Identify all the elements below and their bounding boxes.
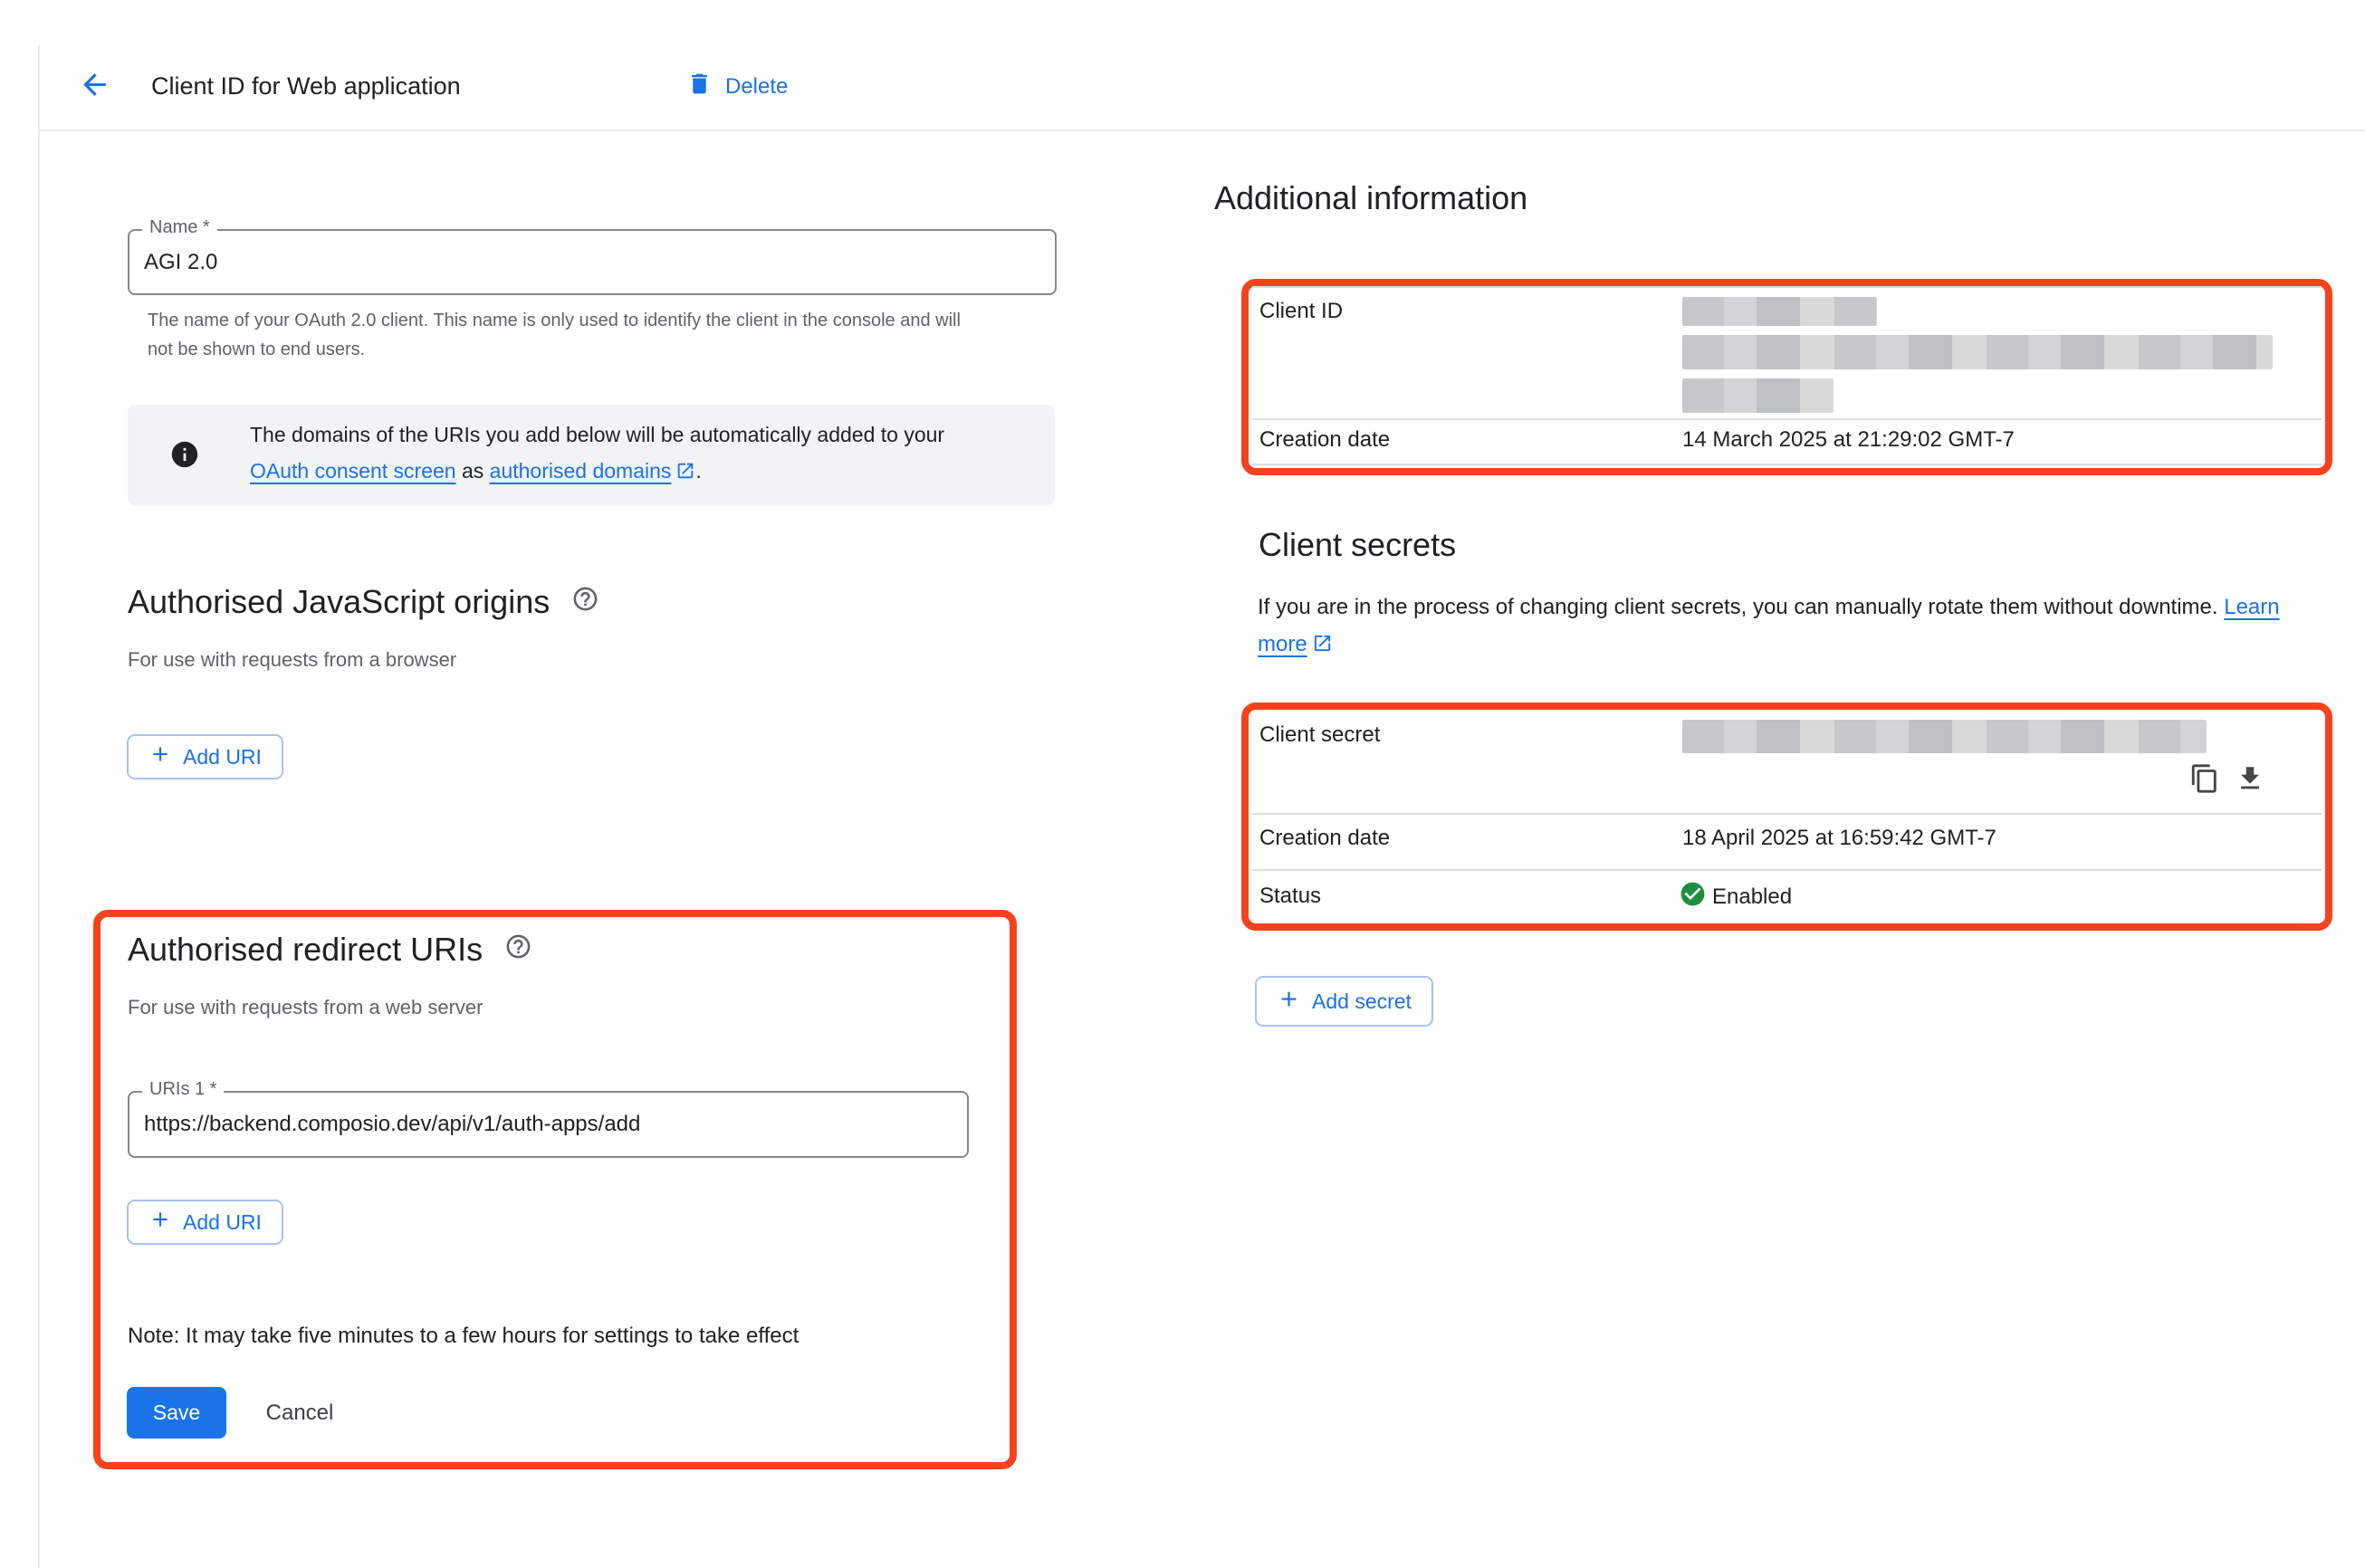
client-secrets-title: Client secrets [1259,526,1456,564]
secret-creation-date-label: Creation date [1259,826,1390,851]
row-divider [1252,464,2322,465]
settings-note: Note: It may take five minutes to a few … [128,1324,799,1349]
check-circle-icon [1679,880,1707,914]
row-divider [1252,418,2322,420]
name-field-label: Name * [142,217,217,238]
plus-icon [1277,987,1301,1017]
save-button[interactable]: Save [127,1387,226,1439]
row-divider [1252,813,2322,815]
plus-icon [148,742,172,771]
oauth-consent-screen-link[interactable]: OAuth consent screen [250,459,456,483]
client-secret-highlight-box: Client secret Creation date 18 April 202… [1241,703,2332,931]
back-button[interactable] [76,69,112,105]
info-text-part3: . [695,459,701,483]
trash-icon [686,71,713,103]
name-field-value: AGI 2.0 [144,250,217,275]
redirect-uris-heading: Authorised redirect URIs [128,931,532,969]
redirect-uri-1-field[interactable]: URIs 1 * https://backend.composio.dev/ap… [128,1091,969,1158]
delete-button-label: Delete [725,74,788,100]
status-value: Enabled [1712,884,1792,910]
js-origins-heading: Authorised JavaScript origins [128,583,599,621]
copy-icon [2189,763,2220,798]
additional-information-title: Additional information [1214,179,1527,217]
external-link-icon [1312,628,1333,665]
name-helper-text: The name of your OAuth 2.0 client. This … [148,306,962,364]
add-uri-label: Add URI [183,1210,262,1235]
client-id-redacted-line-3 [1682,378,1834,413]
client-secrets-heading: Client secrets [1259,526,1456,564]
additional-information-heading: Additional information [1214,179,1527,217]
client-secret-redacted-line [1682,720,2207,753]
creation-date-value: 14 March 2025 at 21:29:02 GMT-7 [1682,427,2015,453]
info-banner: The domains of the URIs you add below wi… [128,405,1055,505]
secret-creation-date-value: 18 April 2025 at 16:59:42 GMT-7 [1682,826,1996,851]
client-secrets-description: If you are in the process of changing cl… [1258,588,2281,665]
download-secret-button[interactable] [2232,762,2268,798]
info-text-part1: The domains of the URIs you add below wi… [250,423,944,446]
external-link-icon [675,455,695,492]
client-id-highlight-box: Client ID Creation date 14 March 2025 at… [1241,279,2332,475]
help-icon[interactable] [504,931,532,969]
name-field[interactable]: Name * AGI 2.0 [128,229,1057,295]
copy-secret-button[interactable] [2187,762,2223,798]
status-label: Status [1259,884,1321,909]
info-icon [169,439,200,474]
client-secrets-description-text: If you are in the process of changing cl… [1258,595,2224,619]
client-id-redacted-line-1 [1682,297,1877,326]
download-icon [2235,763,2265,798]
add-secret-button[interactable]: Add secret [1255,976,1433,1027]
back-arrow-icon [78,68,111,106]
redirect-uris-highlight-box [93,910,1017,1469]
client-secret-label: Client secret [1259,722,1380,748]
js-origins-title: Authorised JavaScript origins [128,583,550,621]
redirect-uris-title: Authorised redirect URIs [128,931,483,969]
authorised-domains-link[interactable]: authorised domains [490,459,672,483]
page-title: Client ID for Web application [151,72,461,100]
client-id-label: Client ID [1259,299,1343,324]
content-left-border [38,45,40,1568]
js-origins-subtitle: For use with requests from a browser [128,648,456,672]
add-uri-button-redirect[interactable]: Add URI [127,1200,283,1245]
delete-button[interactable]: Delete [686,69,788,105]
help-icon[interactable] [571,583,599,621]
cancel-button[interactable]: Cancel [250,1387,349,1439]
plus-icon [148,1208,172,1237]
status-value-row: Enabled [1679,880,1792,914]
client-id-redacted-line-2 [1682,335,2273,369]
creation-date-label: Creation date [1259,427,1390,453]
add-secret-label: Add secret [1312,990,1412,1014]
info-banner-text: The domains of the URIs you add below wi… [250,416,965,492]
info-text-part2: as [456,459,490,483]
row-divider [1252,869,2322,871]
redirect-uri-1-value: https://backend.composio.dev/api/v1/auth… [144,1112,640,1137]
add-uri-label: Add URI [183,745,262,770]
redirect-uri-1-label: URIs 1 * [142,1079,224,1100]
redirect-uris-subtitle: For use with requests from a web server [128,996,483,1019]
row-divider [1252,286,2322,288]
add-uri-button-js-origins[interactable]: Add URI [127,734,283,779]
